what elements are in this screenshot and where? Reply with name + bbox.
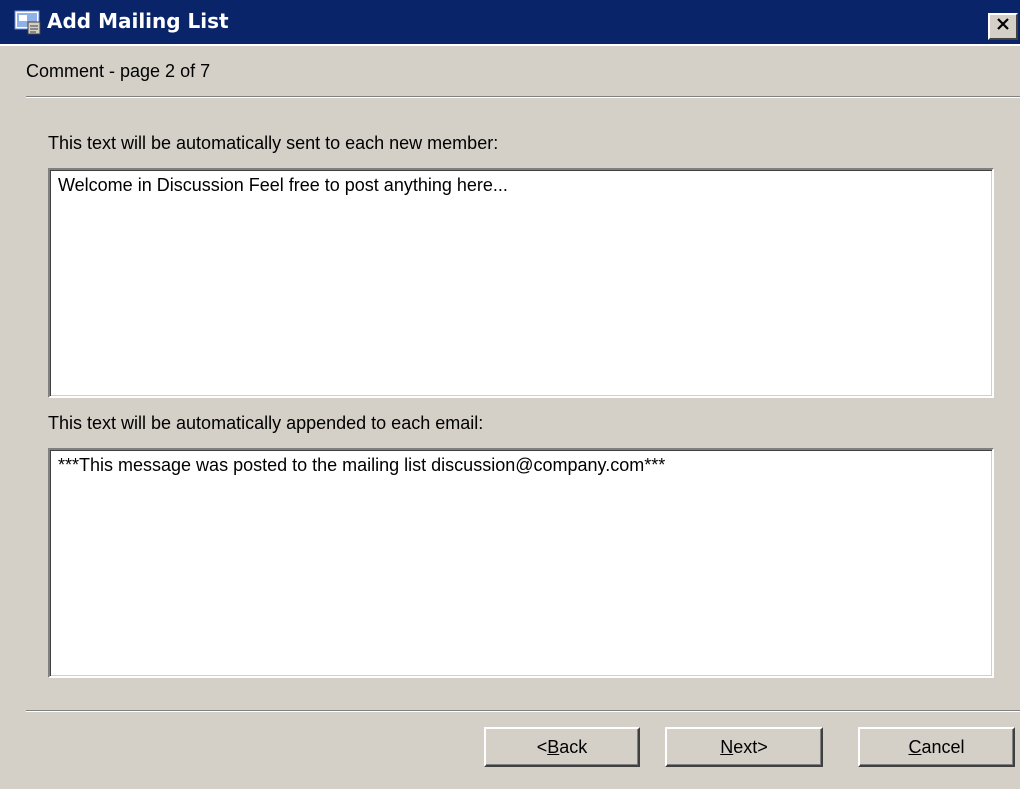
welcome-text-area[interactable]: Welcome in Discussion Feel free to post … xyxy=(48,168,994,398)
title-bar: Add Mailing List xyxy=(0,0,1020,46)
appended-text-label: This text will be automatically appended… xyxy=(48,413,484,433)
window-title: Add Mailing List xyxy=(47,9,229,33)
welcome-text-label: This text will be automatically sent to … xyxy=(48,133,499,153)
mailing-list-app-icon xyxy=(14,10,42,36)
appended-text-area[interactable]: ***This message was posted to the mailin… xyxy=(48,448,994,678)
wizard-page-indicator: Comment - page 2 of 7 xyxy=(26,61,211,81)
close-icon xyxy=(996,17,1010,36)
next-button[interactable]: Next > xyxy=(665,727,823,767)
back-button[interactable]: < Back xyxy=(484,727,640,767)
header-divider xyxy=(26,96,1020,98)
close-button[interactable] xyxy=(988,13,1018,40)
footer-divider xyxy=(26,710,1020,712)
cancel-button[interactable]: Cancel xyxy=(858,727,1015,767)
